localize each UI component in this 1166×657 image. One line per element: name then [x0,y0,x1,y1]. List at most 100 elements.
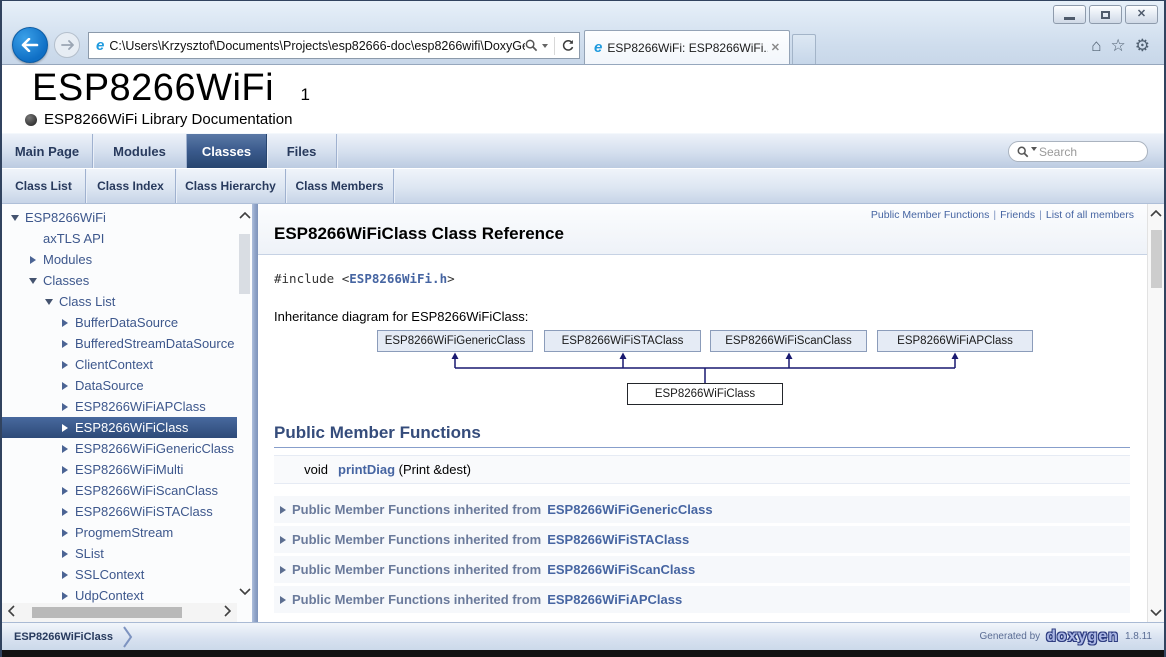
tab-files[interactable]: Files [267,134,337,168]
browser-tab[interactable]: e ESP8266WiFi: ESP8266WiFi... ✕ [584,30,790,64]
inherited-section-scanclass[interactable]: Public Member Functions inherited fromES… [274,556,1130,583]
refresh-icon[interactable] [561,39,575,53]
link-public-member-functions[interactable]: Public Member Functions [871,209,989,221]
diagram-node-apclass[interactable]: ESP8266WiFiAPClass [877,330,1033,352]
tree-collapsed-icon[interactable] [62,361,68,369]
forward-button[interactable] [54,32,80,58]
scroll-right-icon[interactable] [224,604,231,622]
address-bar[interactable]: e [88,32,580,59]
minimize-button[interactable] [1053,5,1086,24]
diagram-node-staclass[interactable]: ESP8266WiFiSTAClass [544,330,701,352]
tree-collapsed-icon[interactable] [62,424,68,432]
include-file-link[interactable]: ESP8266WiFi.h [349,271,447,286]
expand-triangle-icon [280,566,286,574]
sidebar-hscroll-thumb[interactable] [32,607,182,618]
tab-close-icon[interactable]: ✕ [768,41,783,54]
tab-class-hierarchy[interactable]: Class Hierarchy [176,169,286,203]
sidebar-horizontal-scrollbar[interactable] [2,603,237,622]
tree-collapsed-icon[interactable] [62,550,68,558]
tree-collapsed-icon[interactable] [62,403,68,411]
navigation-tree: ESP8266WiFi axTLS API Modules Classes Cl… [2,204,252,622]
tab-class-members[interactable]: Class Members [286,169,394,203]
tree-collapsed-icon[interactable] [30,256,36,264]
generated-by-label: Generated by [980,631,1041,642]
favorites-star-icon[interactable]: ☆ [1111,37,1126,54]
tab-class-index[interactable]: Class Index [86,169,176,203]
scroll-down-icon[interactable] [237,588,252,595]
tree-expanded-icon[interactable] [29,278,37,284]
tree-collapsed-icon[interactable] [62,508,68,516]
tree-collapsed-icon[interactable] [62,319,68,327]
tree-item-progmemstream[interactable]: ProgmemStream [2,522,252,543]
tree-item-datasource[interactable]: DataSource [2,375,252,396]
browser-chrome: ✕ e [2,1,1164,65]
tree-item-bufferedstreamdatasource[interactable]: BufferedStreamDataSource [2,333,252,354]
doxygen-logo[interactable]: doxygen [1046,628,1119,646]
search-filter-caret-icon[interactable] [1031,147,1037,151]
tree-collapsed-icon[interactable] [62,487,68,495]
diagram-node-genericclass[interactable]: ESP8266WiFiGenericClass [377,330,533,352]
inherited-section-genericclass[interactable]: Public Member Functions inherited fromES… [274,496,1130,523]
tree-expanded-icon[interactable] [11,215,19,221]
diagram-node-scanclass[interactable]: ESP8266WiFiScanClass [710,330,867,352]
new-tab-button[interactable] [792,34,816,64]
tab-class-list[interactable]: Class List [2,169,86,203]
search-icon[interactable] [525,39,538,52]
tree-item-esp8266wificlass-selected[interactable]: ESP8266WiFiClass [2,417,252,438]
tree-item-modules[interactable]: Modules [2,249,252,270]
tab-classes[interactable]: Classes [187,134,267,168]
restore-button[interactable] [1089,5,1122,24]
content-vertical-scrollbar[interactable] [1147,204,1164,622]
member-printdiag-link[interactable]: printDiag [338,462,395,477]
inherited-class-link[interactable]: ESP8266WiFiGenericClass [547,502,712,517]
tree-collapsed-icon[interactable] [62,529,68,537]
scroll-up-icon[interactable] [1148,210,1164,217]
link-all-members[interactable]: List of all members [1046,209,1134,221]
sidebar-vertical-scrollbar[interactable] [237,204,252,603]
tab-modules[interactable]: Modules [93,134,187,168]
tools-gear-icon[interactable]: ⚙ [1135,37,1150,54]
scroll-down-icon[interactable] [1148,609,1164,616]
link-friends[interactable]: Friends [1000,209,1035,221]
scroll-up-icon[interactable] [237,212,252,219]
inherited-class-link[interactable]: ESP8266WiFiAPClass [547,592,682,607]
breadcrumb-item[interactable]: ESP8266WiFiClass [14,631,113,643]
tree-expanded-icon[interactable] [45,299,53,305]
tree-collapsed-icon[interactable] [62,466,68,474]
tree-item-esp8266wifistaclass[interactable]: ESP8266WiFiSTAClass [2,501,252,522]
url-input[interactable] [109,39,525,53]
tree-item-classes[interactable]: Classes [2,270,252,291]
tree-collapsed-icon[interactable] [62,592,68,600]
tree-collapsed-icon[interactable] [62,445,68,453]
tree-item-esp8266wifigenericclass[interactable]: ESP8266WiFiGenericClass [2,438,252,459]
tree-item-esp8266wifi[interactable]: ESP8266WiFi [2,207,252,228]
content-scroll-thumb[interactable] [1151,230,1162,288]
tree-item-bufferdatasource[interactable]: BufferDataSource [2,312,252,333]
tree-collapsed-icon[interactable] [62,382,68,390]
inherited-class-link[interactable]: ESP8266WiFiSTAClass [547,532,689,547]
diagram-node-wificlass: ESP8266WiFiClass [627,383,783,405]
tree-item-class-list[interactable]: Class List [2,291,252,312]
back-button[interactable] [12,27,48,63]
tree-collapsed-icon[interactable] [62,340,68,348]
tree-collapsed-icon[interactable] [62,571,68,579]
inheritance-caption: Inheritance diagram for ESP8266WiFiClass… [274,309,1130,324]
tree-item-clientcontext[interactable]: ClientContext [2,354,252,375]
search-dropdown-icon[interactable] [542,44,548,48]
inherited-section-staclass[interactable]: Public Member Functions inherited fromES… [274,526,1130,553]
tree-item-esp8266wifiapclass[interactable]: ESP8266WiFiAPClass [2,396,252,417]
tab-main-page[interactable]: Main Page [2,134,93,168]
search-box[interactable] [1008,141,1148,162]
sidebar-scroll-thumb[interactable] [239,234,250,294]
tree-item-esp8266wifimulti[interactable]: ESP8266WiFiMulti [2,459,252,480]
search-input[interactable] [1039,145,1139,159]
inherited-section-apclass[interactable]: Public Member Functions inherited fromES… [274,586,1130,613]
scroll-left-icon[interactable] [8,604,15,622]
tree-item-axtls-api[interactable]: axTLS API [2,228,252,249]
tree-item-sslcontext[interactable]: SSLContext [2,564,252,585]
tree-item-slist[interactable]: SList [2,543,252,564]
inherited-class-link[interactable]: ESP8266WiFiScanClass [547,562,695,577]
close-button[interactable]: ✕ [1125,5,1158,24]
home-icon[interactable]: ⌂ [1091,37,1101,54]
tree-item-esp8266wifiscanclass[interactable]: ESP8266WiFiScanClass [2,480,252,501]
